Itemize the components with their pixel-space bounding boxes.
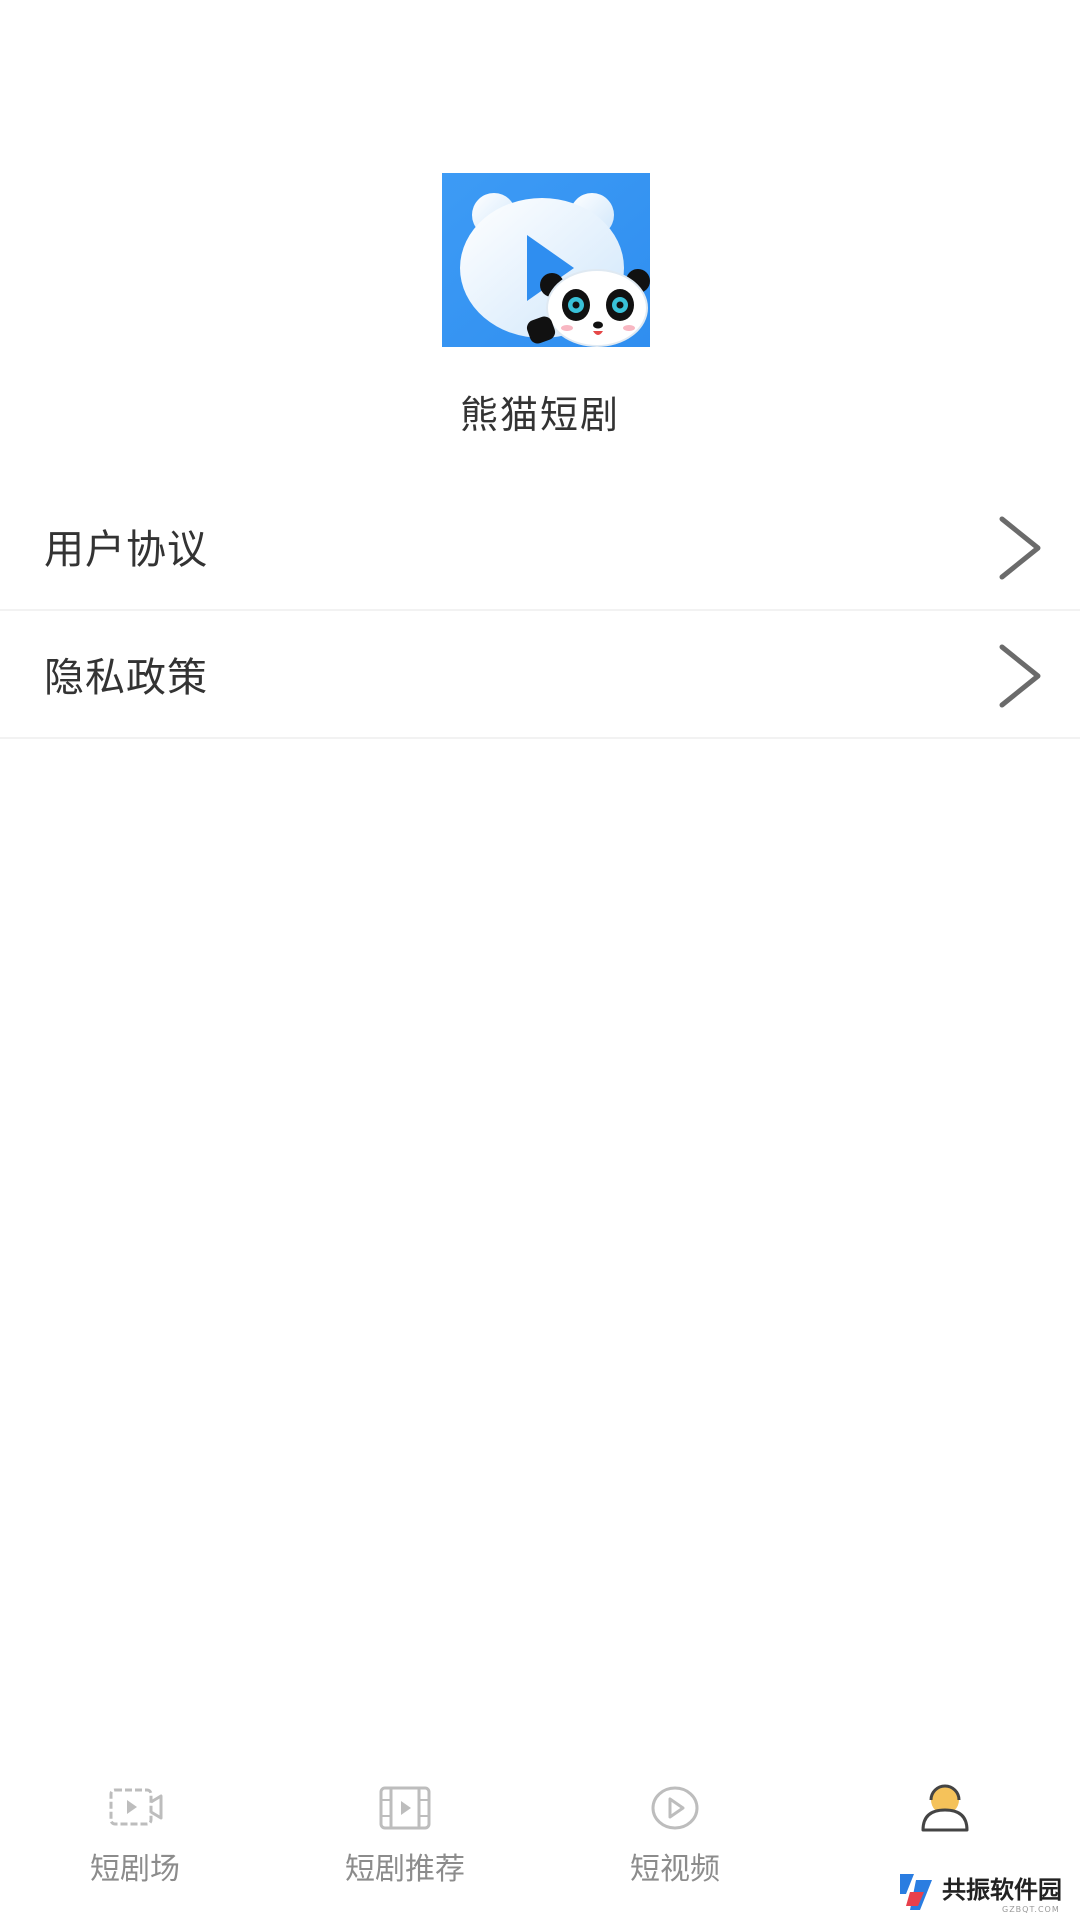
watermark-subtext: GZBQT.COM <box>1002 1905 1060 1914</box>
film-icon <box>379 1786 431 1830</box>
chevron-right-icon <box>999 644 1041 708</box>
bottom-tab-bar: 短剧场 短剧推荐 短视频 共振软件园 GZBQT.COM <box>0 1780 1080 1920</box>
chevron-right-icon <box>999 516 1041 580</box>
video-icon <box>109 1788 163 1826</box>
user-icon <box>921 1784 969 1832</box>
menu-item-user-agreement[interactable]: 用户协议 <box>0 483 1080 611</box>
tab-label: 短剧场 <box>90 1852 180 1887</box>
watermark-logo-icon <box>900 1874 932 1910</box>
menu-item-label: 用户协议 <box>44 527 208 573</box>
menu-item-label: 隐私政策 <box>44 655 208 701</box>
tab-drama-recommend[interactable]: 短剧推荐 <box>270 1780 540 1920</box>
tab-short-drama-theater[interactable]: 短剧场 <box>0 1780 270 1920</box>
menu-item-privacy-policy[interactable]: 隐私政策 <box>0 611 1080 739</box>
play-circle-icon <box>651 1786 699 1830</box>
about-page: 熊猫短剧 用户协议 隐私政策 短剧场 短剧推荐 短视频 共振软件园 GZBQT.… <box>0 0 1080 1920</box>
panda-play-logo-icon <box>442 173 650 347</box>
tab-short-video[interactable]: 短视频 <box>540 1780 810 1920</box>
settings-menu: 用户协议 隐私政策 <box>0 483 1080 739</box>
tab-label: 短视频 <box>630 1852 720 1887</box>
watermark: 共振软件园 GZBQT.COM <box>896 1870 1062 1914</box>
tab-label: 短剧推荐 <box>345 1852 465 1887</box>
app-logo <box>442 173 650 347</box>
watermark-text: 共振软件园 <box>942 1876 1062 1904</box>
app-name: 熊猫短剧 <box>459 393 620 437</box>
